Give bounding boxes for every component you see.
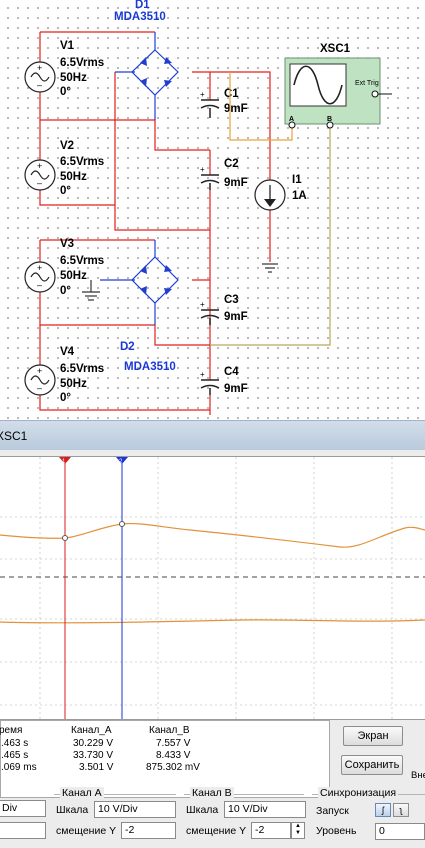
row2-b: 8.433 V <box>156 750 191 761</box>
v2-phase: 0° <box>60 185 71 197</box>
trigger-falling-edge-icon[interactable]: ʅ <box>393 803 409 817</box>
header-time: ремя <box>0 725 23 736</box>
oscilloscope-window: XSC1 1 2 ремя Канал_A Канал_B .463 s 30.… <box>0 420 425 848</box>
v1-name: V1 <box>60 40 75 52</box>
i1-value: 1A <box>292 190 307 202</box>
header-channel-b: Канал_B <box>149 725 190 736</box>
measurements-table: ремя Канал_A Канал_B .463 s 30.229 V 7.5… <box>0 720 330 798</box>
v4-phase: 0° <box>60 392 71 404</box>
svg-text:+: + <box>37 263 42 273</box>
channel-a-scale-label: Шкала <box>56 804 89 816</box>
svg-text:–: – <box>37 80 42 90</box>
svg-text:+: + <box>37 366 42 376</box>
channel-b-scale-label: Шкала <box>186 804 219 816</box>
channel-b-offset-input[interactable]: -2 <box>251 822 291 839</box>
trigger-level-label: Уровень <box>316 825 357 837</box>
save-button[interactable]: Сохранить <box>341 755 403 775</box>
channel-a-offset-label: смещение Y <box>56 825 117 837</box>
v1-phase: 0° <box>60 86 71 98</box>
row1-time: .463 s <box>1 738 29 749</box>
v2-freq: 50Hz <box>60 171 87 183</box>
d1-model: MDA3510 <box>114 11 166 23</box>
trigger-level-input[interactable]: 0 <box>375 823 425 840</box>
d2-model: MDA3510 <box>124 361 176 373</box>
ext-trig-label: Ext Trig <box>355 80 379 87</box>
v2-name: V2 <box>60 140 74 152</box>
channel-b-offset-label: смещение Y <box>186 825 247 837</box>
svg-text:–: – <box>37 383 42 393</box>
c2-name: C2 <box>224 158 239 170</box>
window-titlebar[interactable]: XSC1 <box>0 420 425 450</box>
channel-a-title: Канал А <box>60 787 104 799</box>
channel-b-offset-spinner[interactable]: ▲ ▼ <box>291 822 305 839</box>
channel-a-offset-input[interactable]: -2 <box>121 822 176 839</box>
v3-freq: 50Hz <box>60 270 87 282</box>
v4-freq: 50Hz <box>60 378 87 390</box>
v1-amp: 6.5Vrms <box>60 57 104 69</box>
svg-text:+: + <box>200 90 205 99</box>
v2-amp: 6.5Vrms <box>60 156 104 168</box>
external-label: Вне <box>411 770 425 781</box>
svg-text:+: + <box>37 161 42 171</box>
row2-a: 33.730 V <box>73 750 114 761</box>
i1-name: I1 <box>292 174 302 186</box>
row3-time: .069 ms <box>1 762 37 773</box>
row3-b: 875.302 mV <box>146 762 200 773</box>
window-title: XSC1 <box>0 429 28 443</box>
svg-text:+: + <box>200 370 205 379</box>
svg-text:+: + <box>37 63 42 73</box>
header-channel-a: Канал_A <box>71 725 112 736</box>
screen-button[interactable]: Экран <box>343 726 403 746</box>
v3-amp: 6.5Vrms <box>60 255 104 267</box>
svg-text:+: + <box>200 165 205 174</box>
channel-a-scale-input[interactable]: 10 V/Div <box>94 801 176 818</box>
trigger-rising-edge-icon[interactable]: ʃ <box>375 803 391 817</box>
c4-name: C4 <box>224 366 239 378</box>
svg-text:–: – <box>37 178 42 188</box>
v3-phase: 0° <box>60 285 71 297</box>
channel-b-title: Канал В <box>190 787 234 799</box>
row2-time: .465 s <box>1 750 29 761</box>
scope-name: XSC1 <box>320 43 351 55</box>
v4-name: V4 <box>60 346 75 358</box>
c1-value: 9mF <box>224 103 248 115</box>
row1-a: 30.229 V <box>73 738 114 749</box>
row3-a: 3.501 V <box>79 762 114 773</box>
v4-amp: 6.5Vrms <box>60 363 104 375</box>
c4-value: 9mF <box>224 383 248 395</box>
c3-value: 9mF <box>224 311 248 323</box>
c2-value: 9mF <box>224 177 248 189</box>
scope-ch-b-label: B <box>327 116 332 123</box>
svg-text:–: – <box>37 280 42 290</box>
schematic-canvas[interactable]: D1 MDA3510 D2 MDA3510 + – + – + – + – V1 6.5… <box>0 0 425 420</box>
trigger-title: Синхронизация <box>318 787 399 799</box>
channel-b-scale-input[interactable]: 10 V/Div <box>224 801 306 818</box>
trigger-start-label: Запуск <box>316 805 349 817</box>
c3-name: C3 <box>224 294 239 306</box>
timebase-scale-input[interactable]: Div <box>0 800 46 817</box>
oscilloscope-symbol[interactable] <box>284 57 392 129</box>
v1-freq: 50Hz <box>60 72 87 84</box>
d1-name: D1 <box>135 0 150 11</box>
scope-display[interactable]: 1 2 <box>0 456 425 720</box>
d2-name: D2 <box>120 341 135 353</box>
v3-name: V3 <box>60 238 74 250</box>
row1-b: 7.557 V <box>156 738 191 749</box>
scope-ch-a-label: A <box>289 116 294 123</box>
c1-name: C1 <box>224 88 239 100</box>
timebase-offset-input[interactable] <box>0 822 46 839</box>
svg-text:+: + <box>200 300 205 309</box>
